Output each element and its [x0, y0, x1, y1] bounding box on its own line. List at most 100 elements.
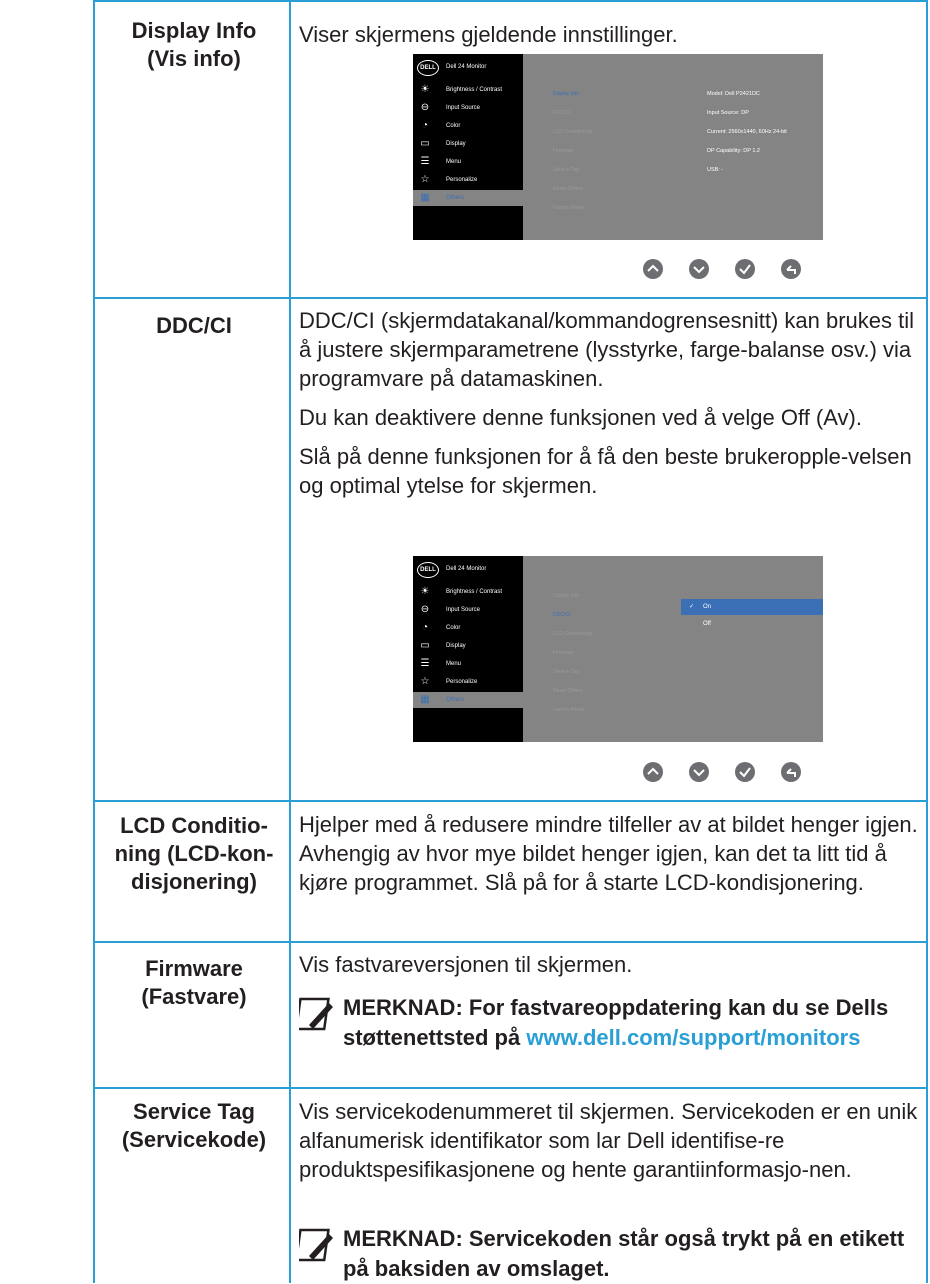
osd-menu-item-label: Brightness / Contrast	[446, 87, 503, 93]
osd-menu-display-info: DELL Dell 24 Monitor ☀ Brightness / Contras…	[413, 54, 823, 240]
star-icon: ☆	[420, 676, 430, 687]
osd-menu-item-label: Input Source	[446, 105, 481, 111]
row-divider	[93, 297, 928, 299]
osd-menu-item[interactable]: ⊖ Input Source	[413, 100, 523, 116]
osd-submenu-item[interactable]: Reset Others	[553, 185, 582, 193]
osd-option-label: Off	[703, 621, 711, 627]
osd-option-on[interactable]: ✓ On	[681, 599, 823, 615]
check-button-icon[interactable]	[735, 259, 755, 279]
osd-submenu-item[interactable]: Display Info	[553, 592, 579, 600]
check-button-icon[interactable]	[735, 762, 755, 782]
dell-logo: DELL	[417, 562, 439, 578]
row-desc-lcd-conditioning: Hjelper med å redusere mindre tilfeller …	[299, 812, 918, 895]
row-divider	[93, 1087, 928, 1089]
up-button-icon[interactable]	[643, 762, 663, 782]
up-button-icon[interactable]	[643, 259, 663, 279]
display-icon: ▭	[420, 640, 430, 651]
osd-menu-item-label: Display	[446, 141, 466, 147]
color-icon: ◔	[421, 120, 429, 131]
others-icon: ▦	[420, 192, 430, 203]
down-button-icon[interactable]	[689, 762, 709, 782]
osd-submenu-item[interactable]: LCD Conditioning	[553, 128, 592, 136]
row-label-service-tag: Service Tag (Servicekode)	[121, 1099, 267, 1152]
input-source-icon: ⊖	[420, 102, 430, 113]
color-icon: ◔	[421, 622, 429, 633]
row-desc-ddcci: DDC/CI (skjermdatakanal/kommandogrensesn…	[299, 306, 923, 500]
down-button-icon[interactable]	[689, 259, 709, 279]
back-button-icon[interactable]	[781, 762, 801, 782]
osd-menu-item-label: Input Source	[446, 607, 481, 613]
row-desc-display-info: Viser skjermens gjeldende innstillinger.	[299, 22, 678, 47]
osd-menu-item-label: Color	[446, 123, 461, 129]
dell-logo: DELL	[417, 60, 439, 76]
note-pencil-icon	[299, 1228, 333, 1262]
osd-info-value: Current: 2560x1440, 60Hz 24-bit	[707, 129, 787, 135]
osd-buttons	[641, 760, 821, 784]
osd-menu-item[interactable]: ▭ Display	[413, 638, 523, 654]
osd-submenu-item[interactable]: LCD Conditioning	[553, 630, 592, 638]
display-icon: ▭	[420, 138, 430, 149]
osd-menu-item[interactable]: ☀ Brightness / Contrast	[413, 82, 523, 98]
brightness-icon: ☀	[420, 84, 430, 95]
osd-menu-item[interactable]: ▦ Others	[413, 190, 523, 206]
row-label-ddcci: DDC/CI	[156, 313, 232, 338]
osd-menu-item[interactable]: ▭ Display	[413, 136, 523, 152]
osd-submenu-item[interactable]: Reset Others	[553, 687, 582, 695]
osd-submenu-item[interactable]: Display Info	[553, 90, 579, 98]
osd-menu-item-label: Brightness / Contrast	[446, 589, 503, 595]
brightness-icon: ☀	[420, 586, 430, 597]
osd-option-off[interactable]: Off	[681, 616, 823, 632]
osd-title: Dell 24 Monitor	[446, 566, 487, 572]
osd-submenu-item[interactable]: Service Tag	[553, 668, 579, 676]
menu-icon: ☰	[420, 658, 430, 669]
osd-menu-item[interactable]: ⊖ Input Source	[413, 602, 523, 618]
osd-submenu-item[interactable]: Service Tag	[553, 166, 579, 174]
ddcci-paragraph-1: DDC/CI (skjermdatakanal/kommandogrensesn…	[299, 308, 915, 391]
ddcci-paragraph-3: Slå på denne funksjonen for å få den bes…	[299, 444, 912, 498]
support-link[interactable]: www.dell.com/support/monitors	[526, 1025, 860, 1050]
row-label-display-info: Display Info (Vis info)	[131, 18, 257, 71]
osd-sidebar: DELL Dell 24 Monitor ☀ Brightness / Contras…	[413, 54, 523, 240]
firmware-note: MERKNAD: For fastvareoppdatering kan du …	[299, 993, 923, 1053]
note-pencil-icon	[299, 997, 333, 1031]
osd-submenu-item[interactable]: DDC/CI	[553, 611, 570, 619]
osd-submenu-item[interactable]: Factory Reset	[553, 204, 584, 212]
osd-sidebar: DELL Dell 24 Monitor ☀ Brightness / Contras…	[413, 556, 523, 742]
osd-menu-item[interactable]: ☆ Personalize	[413, 674, 523, 690]
osd-menu-item[interactable]: ◔ Color	[413, 620, 523, 636]
osd-menu-item[interactable]: ☆ Personalize	[413, 172, 523, 188]
osd-menu-item[interactable]: ▦ Others	[413, 692, 523, 708]
osd-menu-item[interactable]: ☀ Brightness / Contrast	[413, 584, 523, 600]
osd-menu-item-label: Menu	[446, 159, 462, 165]
table-column-divider	[289, 0, 291, 1283]
table-right-border	[926, 0, 928, 1283]
others-icon: ▦	[420, 694, 430, 705]
ddcci-paragraph-2: Du kan deaktivere denne funksjonen ved å…	[299, 405, 862, 430]
osd-menu-item[interactable]: ☰ Menu	[413, 154, 523, 170]
osd-title: Dell 24 Monitor	[446, 64, 487, 70]
table-left-border	[93, 0, 95, 1283]
row-desc-firmware: Vis fastvareversjonen til skjermen.	[299, 952, 633, 977]
osd-menu-item[interactable]: ☰ Menu	[413, 656, 523, 672]
row-desc-service-tag: Vis servicekodenummeret til skjermen. Se…	[299, 1099, 918, 1182]
osd-info-value: USB: -	[707, 167, 724, 173]
osd-menu-item-label: Personalize	[446, 177, 478, 183]
osd-buttons	[641, 257, 821, 281]
osd-submenu-item[interactable]: Firmware	[553, 147, 574, 155]
service-tag-note: MERKNAD: Servicekoden står også trykt på…	[299, 1224, 923, 1284]
osd-menu-item-label: Color	[446, 625, 461, 631]
osd-submenu-item[interactable]: Firmware	[553, 649, 574, 657]
row-divider	[93, 800, 928, 802]
osd-menu-item-label: Others	[446, 195, 465, 201]
osd-submenu-item[interactable]: Factory Reset	[553, 706, 584, 714]
row-divider	[93, 941, 928, 943]
osd-submenu-item[interactable]: DDC/CI	[553, 109, 570, 117]
star-icon: ☆	[420, 174, 430, 185]
back-button-icon[interactable]	[781, 259, 801, 279]
osd-info-value: Model: Dell P2421DC	[707, 91, 760, 97]
osd-option-label: On	[703, 604, 712, 610]
osd-info-value: Input Source: DP	[707, 110, 749, 116]
osd-menu-item[interactable]: ◔ Color	[413, 118, 523, 134]
menu-icon: ☰	[420, 156, 430, 167]
osd-menu-item-label: Personalize	[446, 679, 478, 685]
